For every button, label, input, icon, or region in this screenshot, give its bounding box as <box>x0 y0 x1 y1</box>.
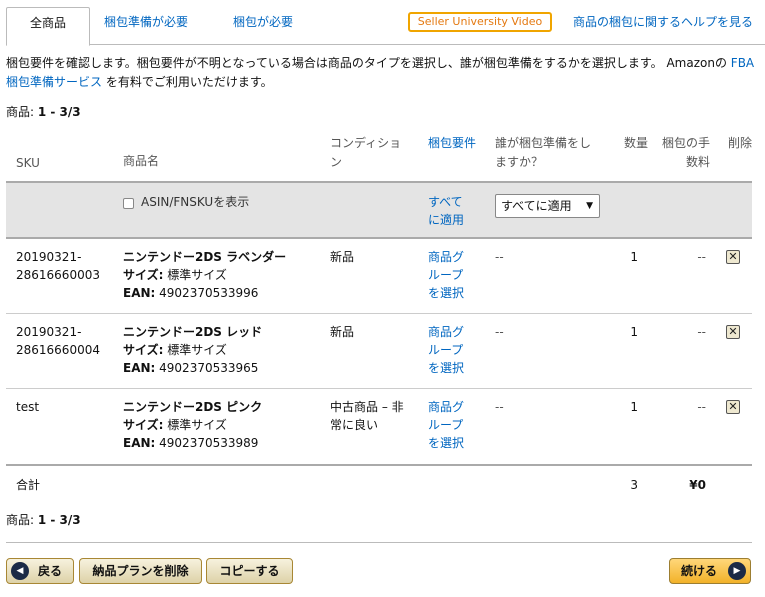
delete-plan-button[interactable]: 納品プランを削除 <box>79 558 202 584</box>
who-preps-cell: -- <box>495 325 504 339</box>
header-product-name: 商品名 <box>123 154 160 168</box>
arrow-right-icon: ▶ <box>728 562 746 580</box>
total-row: 合計 3 ¥0 <box>6 464 752 500</box>
header-prep-requirement[interactable]: 梱包要件 <box>428 134 476 153</box>
apply-all-link[interactable]: すべてに適用 <box>428 193 468 229</box>
sku-cell: test <box>16 398 39 416</box>
header-who-preps: 誰が梱包準備をしますか？ <box>495 136 592 169</box>
total-label: 合計 <box>16 478 41 492</box>
prep-fee-cell: -- <box>697 325 706 339</box>
quantity-cell: 1 <box>630 400 638 414</box>
item-count-bottom: 商品: 1 - 3/3 <box>6 511 81 528</box>
delete-icon[interactable]: ✕ <box>726 250 740 264</box>
sku-line: test <box>16 400 40 414</box>
select-product-group-link[interactable]: 商品グループを選択 <box>428 248 468 302</box>
chevron-down-icon: ▼ <box>586 201 593 211</box>
apply-all-select[interactable]: すべてに適用 ▼ <box>495 194 600 218</box>
condition-value: 新品 <box>330 325 355 339</box>
product-name: ニンテンドー2DS レッド <box>123 325 263 339</box>
intro-text: 梱包要件を確認します。梱包要件が不明となっている場合は商品のタイプを選択し、誰が… <box>6 54 756 92</box>
intro-description-tail: を有料でご利用いただけます。 <box>105 75 273 89</box>
header-quantity: 数量 <box>624 136 649 150</box>
header-delete: 削除 <box>728 136 753 150</box>
select-product-group-link[interactable]: 商品グループを選択 <box>428 398 468 452</box>
count-value: 1 - 3/3 <box>37 513 81 527</box>
quantity-cell: 1 <box>630 250 638 264</box>
arrow-left-icon: ◀ <box>11 562 29 580</box>
total-quantity: 3 <box>630 478 638 492</box>
ean-label: EAN: <box>123 361 156 375</box>
ean-value: 4902370533989 <box>159 436 259 450</box>
product-name: ニンテンドー2DS ピンク <box>123 400 263 414</box>
item-count-top: 商品: 1 - 3/3 <box>6 103 81 120</box>
size-value: 標準サイズ <box>167 268 227 282</box>
table-row: 20190321- 28616660003 ニンテンドー2DS ラベンダー サイ… <box>6 239 752 314</box>
ean-label: EAN: <box>123 286 156 300</box>
show-asin-label: ASIN/FNSKUを表示 <box>141 195 250 209</box>
sku-line: 20190321- <box>16 250 82 264</box>
count-value: 1 - 3/3 <box>37 105 81 119</box>
ean-value: 4902370533965 <box>159 361 259 375</box>
size-value: 標準サイズ <box>167 343 227 357</box>
sku-line: 20190321- <box>16 325 82 339</box>
prep-fee-cell: -- <box>697 250 706 264</box>
tab-prep-required[interactable]: 梱包準備が必要 <box>104 13 188 30</box>
count-label: 商品: <box>6 513 35 527</box>
quantity-cell: 1 <box>630 325 638 339</box>
table-header: SKU 商品名 コンディション 梱包要件 誰が梱包準備をしますか？ 数量 梱包の… <box>6 128 752 181</box>
product-cell: ニンテンドー2DS ラベンダー サイズ: 標準サイズ EAN: 49023705… <box>123 248 286 302</box>
tab-bar: 全商品 梱包準備が必要 梱包が必要 Seller University Vide… <box>6 0 765 46</box>
sku-cell: 20190321- 28616660003 <box>16 248 100 284</box>
show-asin-checkbox[interactable] <box>123 198 134 209</box>
apply-all-select-value: すべてに適用 <box>501 199 572 213</box>
packing-help-link[interactable]: 商品の梱包に関するヘルプを見る <box>573 13 753 30</box>
total-fee: ¥0 <box>689 478 706 492</box>
copy-button[interactable]: コピーする <box>206 558 293 584</box>
table-row: test ニンテンドー2DS ピンク サイズ: 標準サイズ EAN: 49023… <box>6 389 752 464</box>
copy-label: コピーする <box>219 564 280 578</box>
product-name: ニンテンドー2DS ラベンダー <box>123 250 287 264</box>
size-label: サイズ: <box>123 418 164 432</box>
tab-packing-required[interactable]: 梱包が必要 <box>233 13 293 30</box>
size-label: サイズ: <box>123 343 164 357</box>
condition-cell: 新品 <box>330 323 354 341</box>
tab-all-products[interactable]: 全商品 <box>6 7 90 46</box>
sku-line: 28616660003 <box>16 268 100 282</box>
divider <box>6 542 752 543</box>
header-sku: SKU <box>16 156 40 170</box>
ean-label: EAN: <box>123 436 156 450</box>
continue-button[interactable]: 続ける ▶ <box>669 558 751 584</box>
delete-icon[interactable]: ✕ <box>726 325 740 339</box>
delete-icon[interactable]: ✕ <box>726 400 740 414</box>
intro-description: 梱包要件を確認します。梱包要件が不明となっている場合は商品のタイプを選択し、誰が… <box>6 56 727 70</box>
size-label: サイズ: <box>123 268 164 282</box>
back-button[interactable]: ◀ 戻る <box>6 558 74 584</box>
who-preps-cell: -- <box>495 250 504 264</box>
condition-cell: 新品 <box>330 248 354 266</box>
condition-value: 新品 <box>330 250 355 264</box>
header-prep-fee: 梱包の手数料 <box>661 136 710 169</box>
size-value: 標準サイズ <box>167 418 227 432</box>
back-button-label: 戻る <box>37 564 62 578</box>
header-condition: コンディション <box>330 136 402 169</box>
prep-fee-cell: -- <box>697 400 706 414</box>
condition-cell: 中古商品 – 非 常に良い <box>330 398 404 434</box>
select-product-group-link[interactable]: 商品グループを選択 <box>428 323 468 377</box>
filter-row: ASIN/FNSKUを表示 すべてに適用 すべてに適用 ▼ <box>6 181 752 239</box>
count-label: 商品: <box>6 105 35 119</box>
delete-plan-label: 納品プランを削除 <box>92 564 189 578</box>
seller-university-video-button[interactable]: Seller University Video <box>408 12 552 32</box>
ean-value: 4902370533996 <box>159 286 259 300</box>
sku-cell: 20190321- 28616660004 <box>16 323 100 359</box>
product-cell: ニンテンドー2DS ピンク サイズ: 標準サイズ EAN: 4902370533… <box>123 398 262 452</box>
product-cell: ニンテンドー2DS レッド サイズ: 標準サイズ EAN: 4902370533… <box>123 323 262 377</box>
who-preps-cell: -- <box>495 400 504 414</box>
sku-line: 28616660004 <box>16 343 100 357</box>
condition-value: 中古商品 – 非 <box>330 400 404 414</box>
table-row: 20190321- 28616660004 ニンテンドー2DS レッド サイズ:… <box>6 314 752 389</box>
continue-label: 続ける <box>680 564 717 578</box>
condition-value-cont: 常に良い <box>330 418 379 432</box>
